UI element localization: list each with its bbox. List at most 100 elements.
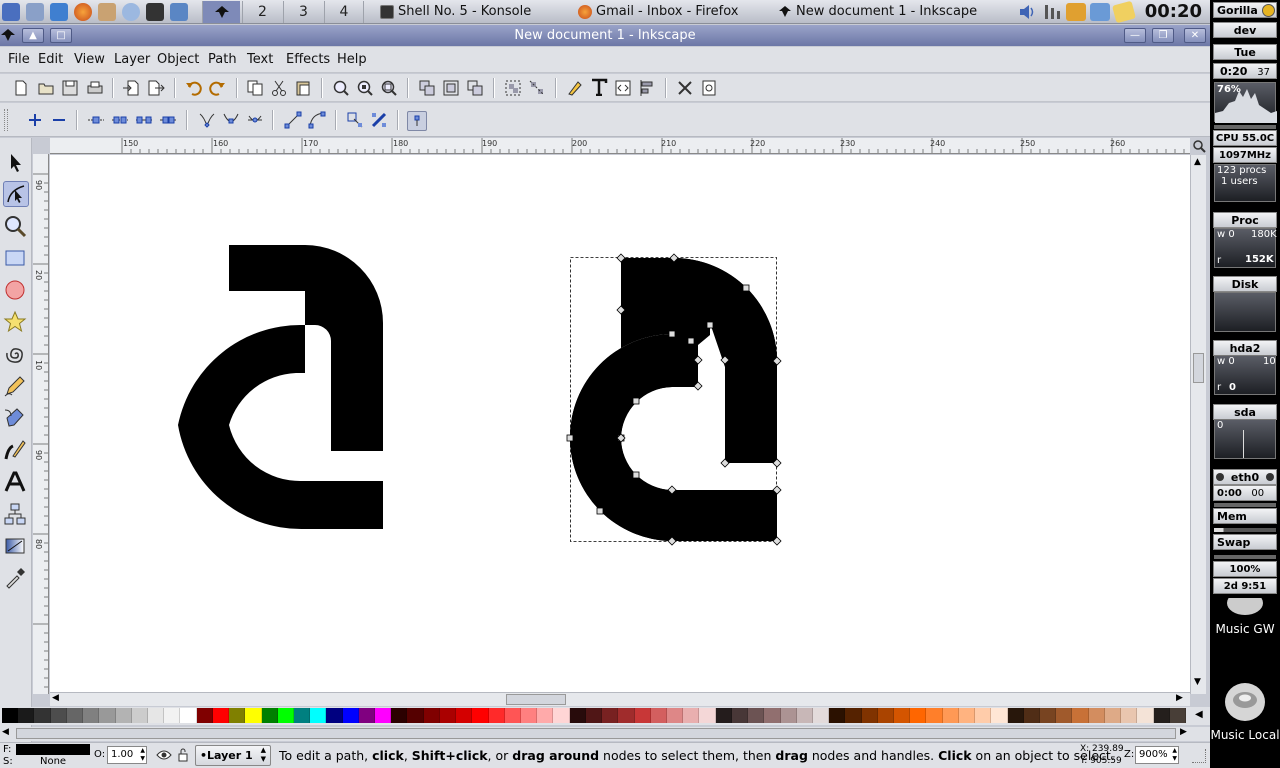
klipper-icon[interactable] — [1066, 3, 1086, 21]
color-swatch[interactable] — [764, 708, 781, 723]
export-icon[interactable] — [147, 79, 165, 97]
color-swatch[interactable] — [2, 708, 19, 723]
zoom-page-icon[interactable] — [380, 79, 398, 97]
color-swatch[interactable] — [488, 708, 505, 723]
color-swatch[interactable] — [1169, 708, 1186, 723]
node-tool[interactable] — [3, 181, 29, 207]
color-swatch[interactable] — [634, 708, 651, 723]
desktop-3-button[interactable]: 3 — [283, 1, 323, 23]
color-swatch[interactable] — [861, 708, 878, 723]
color-swatch[interactable] — [731, 708, 749, 723]
color-swatch[interactable] — [1072, 708, 1089, 723]
window-titlebar[interactable]: ▲ □ New document 1 - Inkscape — ❐ ✕ — [0, 25, 1210, 46]
color-swatch[interactable] — [877, 708, 895, 723]
scroll-right-arrow[interactable]: ▶ — [1176, 693, 1183, 703]
vertical-ruler[interactable]: 90 20 10 90 80 — [33, 154, 49, 694]
color-swatch[interactable] — [1104, 708, 1122, 723]
ungroup-icon[interactable] — [528, 79, 546, 97]
segment-curve-icon[interactable] — [308, 111, 326, 129]
spin-arrows-icon[interactable]: ▲ ▼ — [140, 747, 145, 763]
window-menu-icon[interactable] — [0, 28, 16, 43]
vertical-scrollbar[interactable]: ▲ ▼ — [1190, 155, 1206, 694]
scroll-thumb[interactable] — [506, 694, 566, 705]
pencil-tool[interactable] — [3, 374, 29, 400]
scroll-left-arrow[interactable]: ◀ — [2, 727, 9, 737]
color-swatch[interactable] — [229, 708, 246, 723]
xml-editor-icon[interactable] — [614, 79, 632, 97]
color-swatch[interactable] — [472, 708, 489, 723]
segment-line-icon[interactable] — [284, 111, 302, 129]
document-properties-icon[interactable] — [700, 79, 718, 97]
color-swatch[interactable] — [1007, 708, 1024, 723]
menu-help[interactable]: Help — [337, 52, 367, 67]
color-swatch[interactable] — [780, 708, 797, 723]
text-font-icon[interactable] — [590, 78, 608, 96]
delete-segment-icon[interactable] — [159, 111, 177, 129]
scroll-thumb[interactable] — [1193, 353, 1204, 383]
delete-node-icon[interactable] — [50, 111, 68, 129]
color-swatch[interactable] — [958, 708, 976, 723]
shade-button[interactable]: ▲ — [22, 28, 44, 43]
sticky-button[interactable]: □ — [50, 28, 72, 43]
menu-text[interactable]: Text — [247, 52, 273, 67]
task-inkscape[interactable]: New document 1 - Inkscape — [776, 1, 1006, 23]
color-swatch[interactable] — [391, 708, 408, 723]
glyph-right[interactable] — [569, 257, 777, 542]
color-swatch[interactable] — [164, 708, 181, 723]
task-firefox[interactable]: Gmail - Inbox - Firefox — [576, 1, 766, 23]
color-swatch[interactable] — [537, 708, 554, 723]
color-swatch[interactable] — [439, 708, 457, 723]
color-swatch[interactable] — [375, 708, 392, 723]
color-swatch[interactable] — [699, 708, 716, 723]
color-swatch[interactable] — [910, 708, 927, 723]
show-handles-toggle[interactable] — [407, 111, 427, 131]
path-node[interactable] — [706, 321, 714, 329]
maximize-button[interactable]: ❐ — [1152, 28, 1174, 43]
cusp-node-icon[interactable] — [198, 111, 216, 129]
new-document-icon[interactable] — [12, 79, 30, 97]
mail-icon[interactable] — [98, 3, 116, 21]
zoom-corner-icon[interactable] — [1192, 139, 1206, 153]
color-swatch[interactable] — [456, 708, 473, 723]
color-swatch[interactable] — [796, 708, 813, 723]
insert-node-icon[interactable] — [26, 111, 44, 129]
close-button[interactable]: ✕ — [1184, 28, 1206, 43]
globe-icon[interactable] — [122, 3, 140, 21]
stroke-value[interactable]: None — [40, 756, 66, 767]
text-tool[interactable] — [3, 470, 29, 496]
duplicate-icon[interactable] — [418, 79, 436, 97]
color-swatch[interactable] — [83, 708, 100, 723]
scroll-thumb[interactable] — [16, 728, 1176, 739]
color-swatch[interactable] — [18, 708, 35, 723]
color-swatch[interactable] — [1153, 708, 1170, 723]
clock[interactable]: 00:20 — [1145, 1, 1202, 23]
desktop-4-button[interactable]: 4 — [324, 1, 364, 23]
connector-tool[interactable] — [3, 502, 29, 528]
color-swatch[interactable] — [1056, 708, 1073, 723]
color-swatch[interactable] — [1121, 708, 1138, 723]
color-swatch[interactable] — [342, 708, 359, 723]
konqueror-icon[interactable] — [50, 3, 68, 21]
color-swatch[interactable] — [1137, 708, 1154, 723]
music-local-launcher[interactable]: Music Local — [1210, 680, 1280, 744]
scroll-down-arrow[interactable]: ▼ — [1194, 677, 1201, 687]
color-swatch[interactable] — [115, 708, 132, 723]
menu-file[interactable]: File — [8, 52, 30, 67]
color-swatch[interactable] — [829, 708, 846, 723]
color-swatch[interactable] — [66, 708, 84, 723]
selector-tool[interactable] — [3, 150, 29, 176]
symmetric-node-icon[interactable] — [246, 111, 264, 129]
color-swatch[interactable] — [991, 708, 1008, 723]
color-swatch[interactable] — [50, 708, 67, 723]
redo-icon[interactable] — [209, 79, 227, 97]
toolbar-grip[interactable] — [4, 109, 8, 131]
color-swatch[interactable] — [293, 708, 311, 723]
color-swatch[interactable] — [812, 708, 830, 723]
desktop-icon[interactable] — [26, 3, 44, 21]
color-swatch[interactable] — [618, 708, 635, 723]
eye-visibility-icon[interactable] — [156, 749, 172, 761]
color-swatch[interactable] — [553, 708, 570, 723]
terminal-launch-icon[interactable] — [146, 3, 164, 21]
task-konsole[interactable]: Shell No. 5 - Konsole — [378, 1, 568, 23]
color-swatch[interactable] — [975, 708, 992, 723]
